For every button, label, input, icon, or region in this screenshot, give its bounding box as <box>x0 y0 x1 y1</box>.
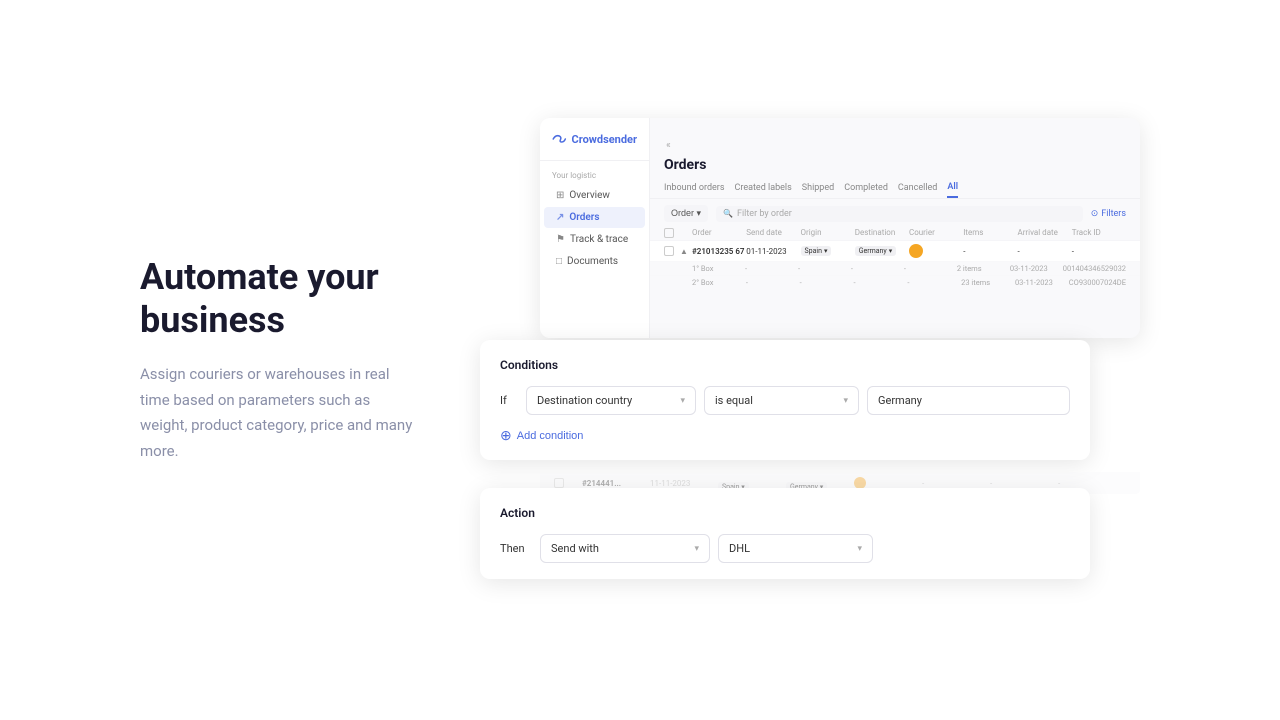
orders-icon: ↗ <box>556 212 564 223</box>
field-select-arrow: ▾ <box>680 396 685 406</box>
row-checkbox[interactable] <box>664 246 674 256</box>
sub-row-1: 1° Box - - - - 2 items 03-11-2023 001404… <box>650 261 1140 275</box>
order-id: #21013235 67 <box>692 247 746 256</box>
origin-badge: Spain ▾ <box>801 246 832 256</box>
filters-icon: ⊙ <box>1091 209 1099 219</box>
condition-row: If Destination country ▾ is equal ▾ Germ… <box>500 386 1070 415</box>
track-id: - <box>1072 247 1126 256</box>
order-button[interactable]: Order ▾ <box>664 205 708 222</box>
value-input[interactable]: Germany <box>867 386 1070 415</box>
tab-created[interactable]: Created labels <box>735 180 792 197</box>
toolbar-row: Order ▾ 🔍 Filter by order ⊙ Filters <box>650 199 1140 226</box>
sidebar-item-overview[interactable]: ⊞ Overview <box>544 185 645 206</box>
field-select[interactable]: Destination country ▾ <box>526 386 696 415</box>
origin: Spain ▾ <box>801 246 855 256</box>
target-select-arrow: ▾ <box>857 544 862 554</box>
brand-name: Crowdsender <box>572 133 637 146</box>
arrival-date: - <box>1018 247 1072 256</box>
sidebar-section-label: Your logistic <box>540 161 649 184</box>
target-select-label: DHL <box>729 542 750 555</box>
tab-all[interactable]: All <box>947 179 958 198</box>
sidebar-item-orders[interactable]: ↗ Orders <box>544 207 645 228</box>
sidebar-item-documents-label: Documents <box>567 256 618 267</box>
add-condition-button[interactable]: ⊕ Add condition <box>500 427 583 444</box>
sidebar-item-documents[interactable]: □ Documents <box>544 251 645 272</box>
search-placeholder: Filter by order <box>737 209 792 219</box>
th-order: Order <box>692 228 746 238</box>
th-track: Track ID <box>1072 228 1126 238</box>
action-select[interactable]: Send with ▾ <box>540 534 710 563</box>
conditions-title: Conditions <box>500 358 1070 372</box>
th-destination: Destination <box>855 228 909 238</box>
header-checkbox[interactable] <box>664 228 674 238</box>
conditions-card: Conditions If Destination country ▾ is e… <box>480 340 1090 460</box>
main-heading: Automate your business <box>140 256 420 342</box>
brand: Crowdsender <box>540 132 649 161</box>
app-window: Crowdsender Your logistic ⊞ Overview ↗ O… <box>540 118 1140 338</box>
collapse-button[interactable]: « <box>658 128 679 151</box>
sub-text: Assign couriers or warehouses in real ti… <box>140 362 420 464</box>
sub-row-2: 2° Box - - - - 23 items 03-11-2023 CO930… <box>650 275 1140 289</box>
th-origin: Origin <box>801 228 855 238</box>
add-condition-label: Add condition <box>517 430 584 442</box>
filters-label: Filters <box>1101 209 1126 219</box>
sidebar-item-orders-label: Orders <box>569 212 599 223</box>
th-send-date: Send date <box>746 228 800 238</box>
courier-avatar <box>909 244 923 258</box>
action-title: Action <box>500 506 1070 520</box>
destination: Germany ▾ <box>855 246 909 256</box>
th-items: Items <box>963 228 1017 238</box>
page-title: Orders <box>650 151 1140 173</box>
tabs-row: Inbound orders Created labels Shipped Co… <box>650 173 1140 199</box>
destination-badge: Germany ▾ <box>855 246 897 256</box>
target-select[interactable]: DHL ▾ <box>718 534 873 563</box>
right-section: Crowdsender Your logistic ⊞ Overview ↗ O… <box>480 0 1280 720</box>
th-courier: Courier <box>909 228 963 238</box>
field-select-label: Destination country <box>537 394 632 407</box>
table-header: Order Send date Origin Destination Couri… <box>650 226 1140 240</box>
table-row: ▲ #21013235 67 01-11-2023 Spain ▾ German… <box>650 240 1140 261</box>
th-arrival: Arrival date <box>1018 228 1072 238</box>
filters-button[interactable]: ⊙ Filters <box>1091 209 1126 219</box>
if-label: If <box>500 394 518 407</box>
sub-box-1: 1° Box <box>692 264 745 273</box>
tab-shipped[interactable]: Shipped <box>802 180 834 197</box>
sub-box-2: 2° Box <box>692 278 746 287</box>
search-box[interactable]: 🔍 Filter by order <box>716 206 1083 222</box>
overview-icon: ⊞ <box>556 190 564 201</box>
search-icon: 🔍 <box>723 209 733 218</box>
courier-cell <box>909 244 963 258</box>
tab-cancelled[interactable]: Cancelled <box>898 180 937 197</box>
action-row: Then Send with ▾ DHL ▾ <box>500 534 1070 563</box>
sidebar-item-overview-label: Overview <box>569 190 610 201</box>
track-icon: ⚑ <box>556 234 565 245</box>
expand-icon[interactable]: ▲ <box>680 247 692 256</box>
operator-select-label: is equal <box>715 394 753 407</box>
sidebar: Crowdsender Your logistic ⊞ Overview ↗ O… <box>540 118 650 338</box>
operator-select-arrow: ▾ <box>843 396 848 406</box>
add-condition-icon: ⊕ <box>500 427 512 444</box>
main-content: « Orders Inbound orders Created labels S… <box>650 118 1140 338</box>
sidebar-item-track-label: Track & trace <box>570 234 628 245</box>
action-select-arrow: ▾ <box>694 544 699 554</box>
sidebar-item-track[interactable]: ⚑ Track & trace <box>544 229 645 250</box>
action-card: Action Then Send with ▾ DHL ▾ <box>480 488 1090 579</box>
left-section: Automate your business Assign couriers o… <box>0 196 480 524</box>
then-label: Then <box>500 542 532 555</box>
items-cell: - <box>963 247 1017 256</box>
tab-inbound[interactable]: Inbound orders <box>664 180 725 197</box>
action-select-label: Send with <box>551 542 599 555</box>
tab-completed[interactable]: Completed <box>844 180 888 197</box>
operator-select[interactable]: is equal ▾ <box>704 386 859 415</box>
documents-icon: □ <box>556 256 562 267</box>
send-date: 01-11-2023 <box>746 247 800 256</box>
